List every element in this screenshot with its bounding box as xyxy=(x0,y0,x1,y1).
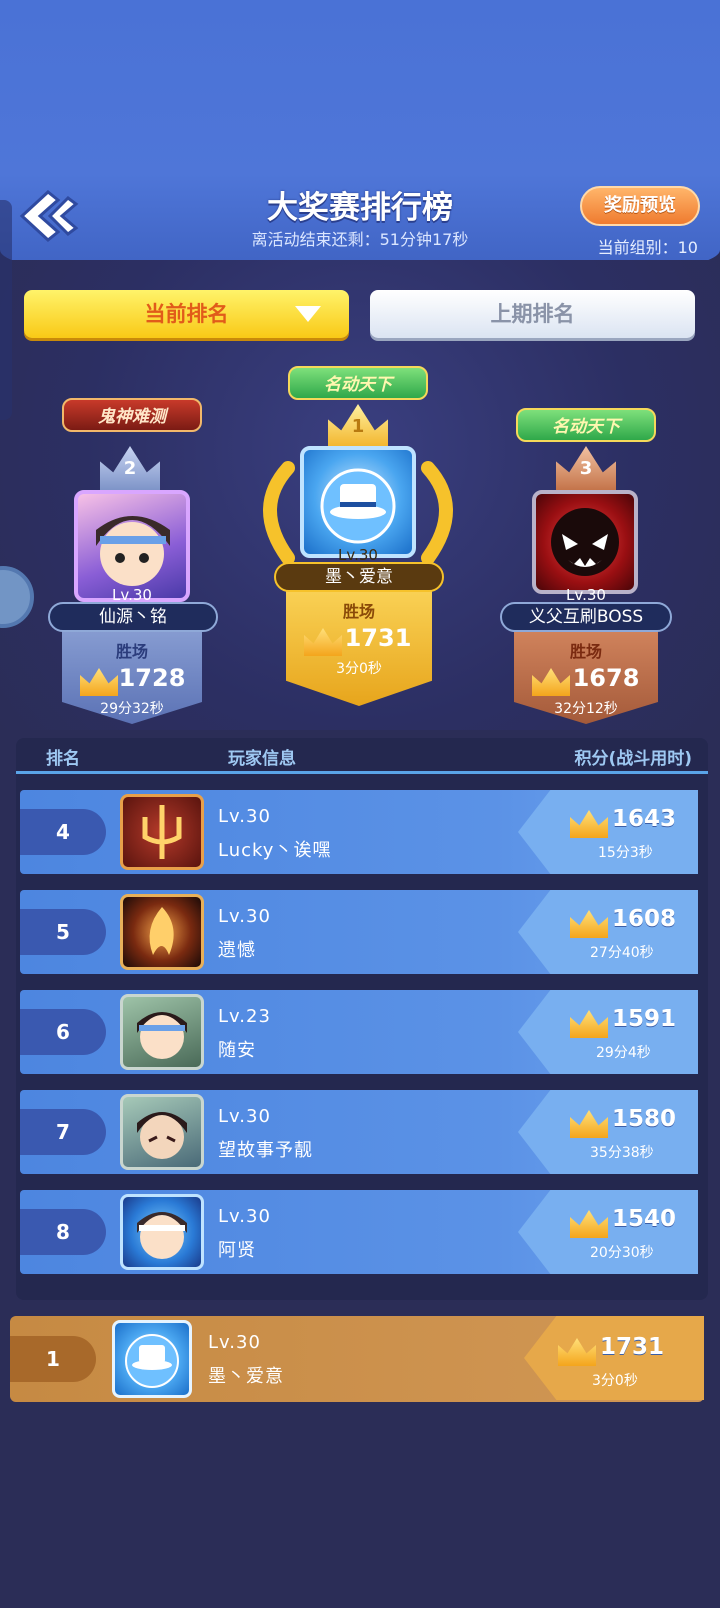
player-portrait-icon xyxy=(96,516,170,586)
table-row[interactable]: 8 Lv.30 阿贤 1540 20分30秒 xyxy=(20,1190,698,1274)
group-label: 当前组别：10 xyxy=(597,238,698,257)
avatar xyxy=(120,794,204,870)
row-score: 1540 xyxy=(612,1206,677,1232)
reward-preview-button[interactable]: 奖励预览 xyxy=(580,186,700,226)
row-rank: 1 xyxy=(10,1336,96,1382)
row-score: 1580 xyxy=(612,1106,677,1132)
row-level: Lv.30 xyxy=(218,906,271,927)
avatar xyxy=(112,1320,192,1398)
battle-time: 32分12秒 xyxy=(554,701,618,717)
avatar xyxy=(120,1194,204,1270)
row-time: 35分38秒 xyxy=(590,1145,654,1161)
table-row[interactable]: 4 Lv.30 Lucky丶诶嘿 1643 15分3秒 xyxy=(20,790,698,874)
trident-emblem-icon xyxy=(142,805,182,859)
avatar xyxy=(300,446,416,558)
player-name: 仙源丶铭 xyxy=(48,602,218,632)
player-name: 墨丶爱意 xyxy=(274,562,444,592)
row-time: 29分4秒 xyxy=(596,1045,651,1061)
title-banner: 鬼神难测 xyxy=(62,398,202,432)
table-row[interactable]: 6 Lv.23 随安 1591 29分4秒 xyxy=(20,990,698,1074)
row-level: Lv.30 xyxy=(218,1206,271,1227)
row-score: 1731 xyxy=(600,1334,665,1360)
row-player-name: 墨丶爱意 xyxy=(208,1366,284,1387)
table-row[interactable]: 7 Lv.30 望故事予靓 1580 35分38秒 xyxy=(20,1090,698,1174)
player-name: 义父互刷BOSS xyxy=(500,602,672,632)
player-portrait-icon xyxy=(137,1112,187,1159)
player-score: 1731 xyxy=(344,624,412,652)
title-banner: 名动天下 xyxy=(288,366,428,400)
row-score: 1643 xyxy=(612,806,677,832)
wins-label: 胜场 xyxy=(115,642,148,661)
row-score: 1608 xyxy=(612,906,677,932)
row-player-name: 阿贤 xyxy=(218,1240,256,1261)
header-player: 玩家信息 xyxy=(228,749,296,769)
avatar xyxy=(532,490,638,594)
flame-emblem-icon xyxy=(149,907,174,955)
row-level: Lv.30 xyxy=(218,806,271,827)
player-score: 1728 xyxy=(118,664,186,692)
row-player-name: 遗憾 xyxy=(218,940,256,961)
podium-rank: 1 xyxy=(351,416,365,437)
header-score: 积分(战斗用时) xyxy=(574,749,692,769)
row-time: 3分0秒 xyxy=(592,1373,638,1389)
podium-rank: 2 xyxy=(123,458,137,479)
row-rank: 6 xyxy=(20,1009,106,1055)
row-rank: 4 xyxy=(20,809,106,855)
row-player-name: 望故事予靓 xyxy=(218,1140,313,1161)
row-time: 20分30秒 xyxy=(590,1245,654,1261)
player-portrait-icon xyxy=(320,468,396,544)
tab-previous-ranking[interactable]: 上期排名 xyxy=(370,290,695,338)
wins-label: 胜场 xyxy=(569,642,602,661)
table-row[interactable]: 5 Lv.30 遗憾 1608 27分40秒 xyxy=(20,890,698,974)
row-level: Lv.30 xyxy=(218,1106,271,1127)
tab-previous-label: 上期排名 xyxy=(490,302,575,326)
row-rank: 8 xyxy=(20,1209,106,1255)
header-rank: 排名 xyxy=(46,749,80,769)
row-rank: 5 xyxy=(20,909,106,955)
podium-rank: 3 xyxy=(579,458,593,479)
tab-current-ranking[interactable]: 当前排名 xyxy=(24,290,349,338)
row-score: 1591 xyxy=(612,1006,677,1032)
dropdown-triangle-icon xyxy=(295,306,321,322)
player-portrait-icon xyxy=(125,1334,179,1388)
row-level: Lv.30 xyxy=(208,1332,261,1353)
tab-current-label: 当前排名 xyxy=(144,302,229,326)
row-player-name: Lucky丶诶嘿 xyxy=(218,840,332,861)
title-banner: 名动天下 xyxy=(516,408,656,442)
row-time: 15分3秒 xyxy=(598,845,653,861)
row-level: Lv.23 xyxy=(218,1006,271,1027)
player-portrait-icon xyxy=(137,1212,187,1259)
player-portrait-icon xyxy=(137,1012,187,1059)
avatar xyxy=(120,994,204,1070)
battle-time: 29分32秒 xyxy=(100,701,164,717)
wins-label: 胜场 xyxy=(342,602,375,621)
table-header: 排名 玩家信息 积分(战斗用时) xyxy=(16,738,708,774)
player-score: 1678 xyxy=(572,664,640,692)
row-time: 27分40秒 xyxy=(590,945,654,961)
avatar xyxy=(120,894,204,970)
player-portrait-icon xyxy=(551,508,619,576)
avatar xyxy=(120,1094,204,1170)
row-rank: 7 xyxy=(20,1109,106,1155)
row-player-name: 随安 xyxy=(218,1040,256,1061)
battle-time: 3分0秒 xyxy=(336,661,382,677)
my-ranking-row[interactable]: 1 Lv.30 墨丶爱意 1731 3分0秒 xyxy=(10,1316,704,1402)
